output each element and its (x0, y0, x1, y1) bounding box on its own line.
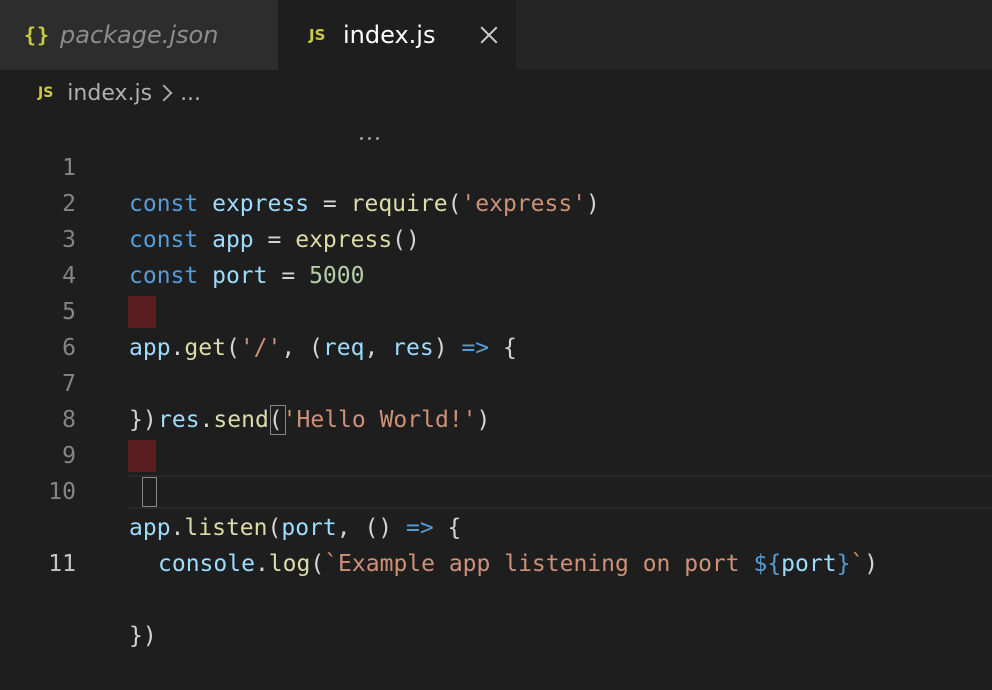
code-line: 6 res.send('Hello World!') (0, 294, 992, 433)
tab-label: index.js (343, 21, 436, 49)
tab-index-js[interactable]: JS index.js (278, 0, 516, 70)
json-file-icon: {} (24, 23, 51, 47)
js-file-icon: JS (38, 85, 54, 101)
code-text: }) (129, 623, 157, 649)
code-line: 2 const app = express() (0, 150, 992, 253)
breadcrumb-symbols[interactable]: ... (180, 81, 201, 106)
chevron-right-icon (155, 84, 173, 102)
editor-tab-bar: {} package.json JS index.js (0, 0, 992, 70)
code-line: 4 (0, 222, 992, 289)
code-line: 7 }) (0, 330, 992, 433)
code-editor[interactable]: 1 const express = require('express') 2 c… (0, 112, 992, 649)
code-text: app.listen(port, () => { (129, 515, 462, 541)
js-file-icon: JS (309, 26, 326, 44)
breadcrumb: JS index.js ... (38, 76, 201, 110)
code-line: 1 const express = require('express') (0, 114, 992, 217)
bracket-match-highlight (142, 477, 157, 507)
code-text: console.log(`Example app listening on po… (158, 551, 879, 577)
indent-error-marker (128, 296, 156, 328)
current-line-highlight (128, 475, 992, 509)
indent-error-marker (128, 440, 156, 472)
line-number: 11 (48, 551, 76, 577)
tab-label: package.json (60, 21, 219, 49)
breadcrumb-file[interactable]: index.js (67, 81, 152, 106)
code-line: 10 console.log(`Example app listening on… (0, 438, 992, 577)
bracket-match-highlight (270, 405, 286, 435)
code-line: 3 const port = 5000 (0, 186, 992, 289)
code-line-current: 11 }) (0, 474, 992, 649)
code-line: 8 (0, 366, 992, 433)
code-line: 9 app.listen(port, () => { (0, 402, 992, 541)
close-icon[interactable] (476, 22, 502, 48)
code-line: 5 app.get('/', (req, res) => { (0, 258, 992, 361)
tab-package-json[interactable]: {} package.json (0, 0, 278, 70)
hint-dots-icon[interactable] (360, 137, 443, 143)
